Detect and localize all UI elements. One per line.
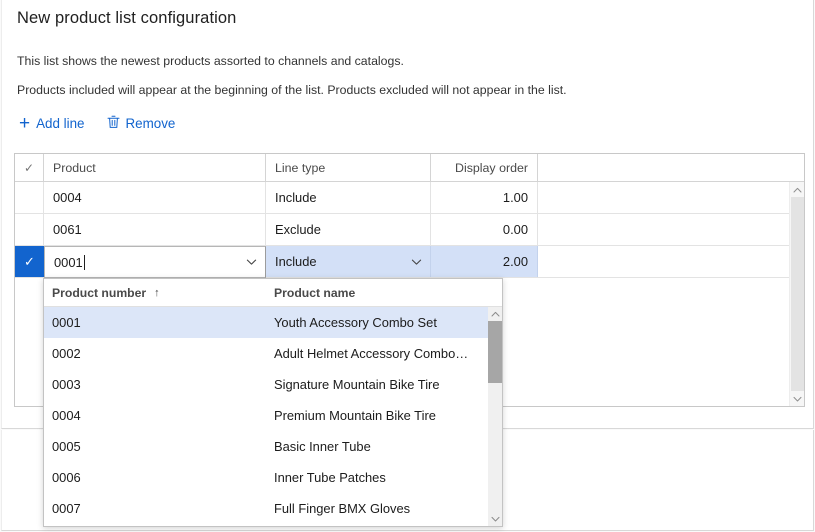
- lookup-cell-number: 0005: [44, 439, 271, 454]
- lookup-cell-number: 0003: [44, 377, 271, 392]
- chevron-down-icon[interactable]: [488, 512, 502, 526]
- lookup-cell-name: Adult Helmet Accessory Combo…: [271, 346, 502, 361]
- arrow-up-icon: ↑: [154, 287, 160, 299]
- chevron-down-icon[interactable]: [246, 257, 257, 268]
- cell-line-type[interactable]: Include: [266, 182, 431, 213]
- description-line-2: Products included will appear at the beg…: [17, 83, 567, 97]
- line-type-value: Include: [275, 254, 317, 269]
- list-item[interactable]: 0004 Premium Mountain Bike Tire: [44, 400, 502, 431]
- grid-vertical-scrollbar[interactable]: [789, 182, 804, 406]
- remove-button[interactable]: Remove: [104, 113, 179, 134]
- lookup-column-product-number-label: Product number: [52, 286, 146, 300]
- cell-display-order[interactable]: 0.00: [431, 214, 538, 245]
- chevron-up-icon[interactable]: [488, 307, 502, 321]
- cell-product[interactable]: 0061: [44, 214, 266, 245]
- scrollbar-thumb[interactable]: [488, 321, 502, 383]
- product-combobox-input[interactable]: 0001: [44, 246, 266, 278]
- list-item[interactable]: 0006 Inner Tube Patches: [44, 462, 502, 493]
- text-cursor: [84, 255, 85, 270]
- lookup-vertical-scrollbar[interactable]: [488, 307, 502, 526]
- list-item[interactable]: 0003 Signature Mountain Bike Tire: [44, 369, 502, 400]
- grid-header-row: ✓ Product Line type Display order: [15, 154, 804, 182]
- column-header-display-order[interactable]: Display order: [431, 154, 538, 181]
- lookup-cell-name: Full Finger BMX Gloves: [271, 501, 502, 516]
- lookup-column-product-number[interactable]: Product number ↑: [44, 286, 271, 300]
- lookup-cell-number: 0001: [44, 315, 271, 330]
- app-root: New product list configuration This list…: [0, 0, 815, 532]
- row-select-checkbox[interactable]: [15, 214, 44, 245]
- column-header-select-all[interactable]: ✓: [15, 154, 44, 181]
- cell-display-order[interactable]: 2.00: [431, 246, 538, 277]
- lookup-cell-name: Basic Inner Tube: [271, 439, 502, 454]
- lookup-cell-name: Youth Accessory Combo Set: [271, 315, 502, 330]
- description-line-1: This list shows the newest products asso…: [17, 54, 404, 68]
- cell-filler: [538, 214, 804, 245]
- lookup-cell-name: Premium Mountain Bike Tire: [271, 408, 502, 423]
- line-type-combobox[interactable]: Include: [266, 246, 431, 277]
- grid-toolbar: + Add line Remove: [16, 112, 178, 135]
- lookup-cell-number: 0007: [44, 501, 271, 516]
- table-row[interactable]: 0004 Include 1.00: [15, 182, 804, 214]
- add-line-label: Add line: [36, 116, 84, 131]
- column-header-line-type[interactable]: Line type: [266, 154, 431, 181]
- lookup-column-product-name[interactable]: Product name: [271, 286, 502, 300]
- cell-filler: [538, 182, 804, 213]
- lookup-cell-number: 0006: [44, 470, 271, 485]
- cell-filler: [538, 246, 804, 277]
- plus-icon: +: [19, 114, 30, 133]
- lookup-cell-name: Signature Mountain Bike Tire: [271, 377, 502, 392]
- column-header-filler: [538, 154, 804, 181]
- cell-line-type[interactable]: Exclude: [266, 214, 431, 245]
- product-combobox-value: 0001: [54, 255, 83, 270]
- list-item[interactable]: 0002 Adult Helmet Accessory Combo…: [44, 338, 502, 369]
- remove-label: Remove: [126, 116, 176, 131]
- page-title: New product list configuration: [17, 9, 236, 28]
- list-item[interactable]: 0005 Basic Inner Tube: [44, 431, 502, 462]
- lookup-cell-number: 0004: [44, 408, 271, 423]
- checkmark-icon: ✓: [24, 162, 34, 174]
- table-row[interactable]: 0061 Exclude 0.00: [15, 214, 804, 246]
- row-select-checkbox-checked[interactable]: ✓: [15, 246, 44, 277]
- checkmark-icon: ✓: [24, 255, 35, 268]
- table-row-selected[interactable]: ✓ 0001 Include 2.00: [15, 246, 804, 278]
- list-item[interactable]: 0001 Youth Accessory Combo Set: [44, 307, 502, 338]
- lookup-header-row: Product number ↑ Product name: [44, 279, 502, 307]
- add-line-button[interactable]: + Add line: [16, 112, 88, 135]
- cell-product[interactable]: 0004: [44, 182, 266, 213]
- product-lookup-dropdown[interactable]: Product number ↑ Product name 0001 Youth…: [43, 278, 503, 527]
- lookup-cell-number: 0002: [44, 346, 271, 361]
- row-select-checkbox[interactable]: [15, 182, 44, 213]
- lookup-cell-name: Inner Tube Patches: [271, 470, 502, 485]
- column-header-product[interactable]: Product: [44, 154, 266, 181]
- scrollbar-thumb[interactable]: [791, 197, 804, 391]
- trash-icon: [107, 115, 120, 132]
- cell-display-order[interactable]: 1.00: [431, 182, 538, 213]
- chevron-down-icon[interactable]: [790, 391, 805, 406]
- chevron-up-icon[interactable]: [790, 182, 805, 197]
- chevron-down-icon[interactable]: [411, 256, 422, 267]
- list-item[interactable]: 0007 Full Finger BMX Gloves: [44, 493, 502, 524]
